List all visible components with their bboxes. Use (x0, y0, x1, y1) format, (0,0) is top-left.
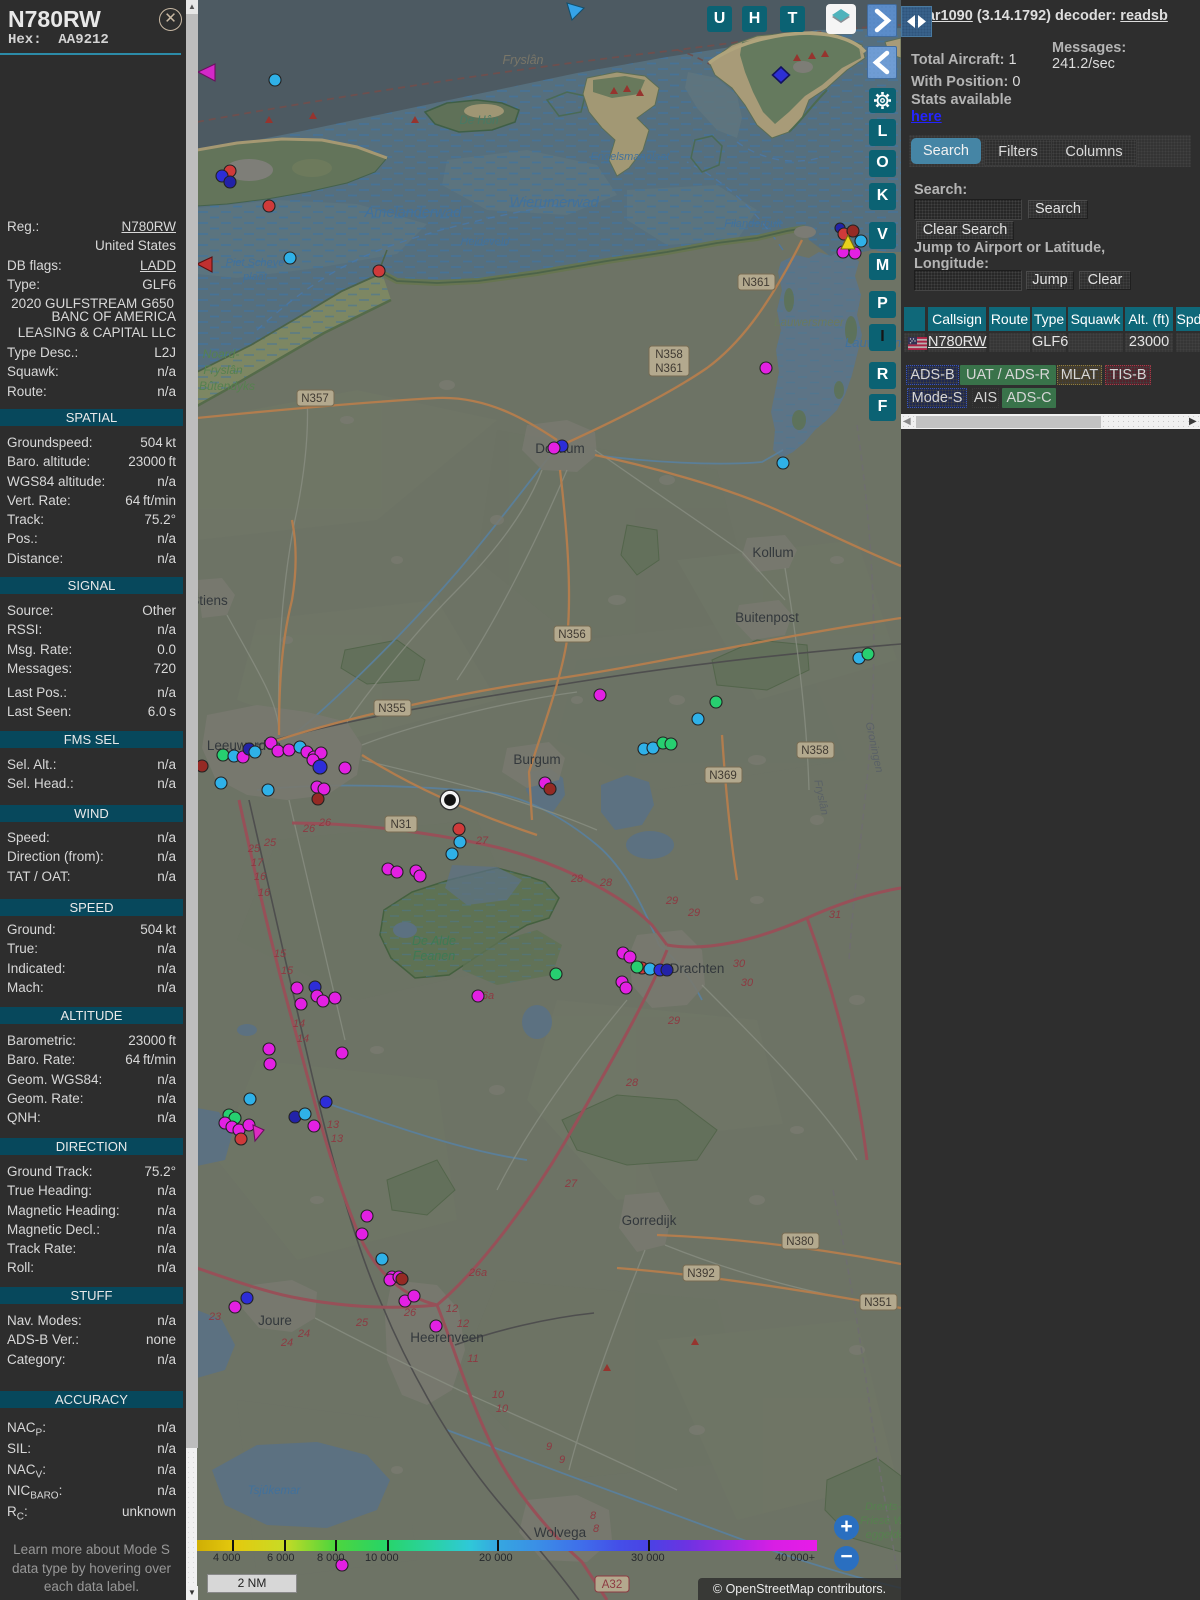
svg-text:16: 16 (258, 887, 271, 899)
svg-text:29: 29 (665, 895, 678, 907)
svg-text:Wolvega: Wolvega (534, 1525, 587, 1540)
svg-text:26: 26 (302, 823, 316, 835)
svg-text:Kollum: Kollum (752, 545, 793, 560)
svg-text:N357: N357 (301, 393, 329, 405)
svg-text:27: 27 (564, 1178, 578, 1190)
svg-text:14: 14 (293, 1018, 305, 1030)
svg-text:N392: N392 (687, 1268, 715, 1280)
svg-text:30: 30 (733, 958, 746, 970)
svg-text:N380: N380 (786, 1236, 814, 1248)
svg-text:15: 15 (281, 965, 294, 977)
svg-text:15: 15 (274, 948, 287, 960)
svg-text:N31: N31 (390, 819, 411, 831)
svg-text:Friese Wo: Friese Wo (860, 1515, 901, 1527)
svg-text:28: 28 (625, 1077, 639, 1089)
svg-text:Joure: Joure (258, 1313, 292, 1328)
svg-text:29: 29 (687, 907, 700, 919)
svg-text:Fryslân: Fryslân (203, 363, 243, 377)
svg-text:Heerenveen: Heerenveen (410, 1330, 484, 1345)
svg-text:N351: N351 (864, 1297, 892, 1309)
svg-text:eggelder: eggelder (866, 1529, 901, 1541)
svg-text:26: 26 (403, 1307, 417, 1319)
svg-text:16: 16 (254, 871, 267, 883)
svg-text:10: 10 (496, 1403, 509, 1415)
svg-text:N358: N358 (655, 349, 683, 361)
svg-text:27: 27 (475, 835, 489, 847)
svg-text:10: 10 (492, 1389, 505, 1401)
svg-text:26a: 26a (468, 1267, 487, 1279)
svg-text:26: 26 (318, 817, 332, 829)
svg-text:8: 8 (593, 1523, 600, 1535)
svg-text:Piet Scheve: Piet Scheve (226, 257, 285, 269)
svg-text:9: 9 (546, 1441, 552, 1453)
svg-text:14: 14 (297, 1033, 309, 1045)
svg-text:9: 9 (559, 1454, 565, 1466)
svg-text:N361: N361 (742, 277, 770, 289)
svg-text:Heideveld: Heideveld (461, 236, 511, 248)
svg-text:13: 13 (331, 1133, 344, 1145)
svg-text:Lauwersmeer: Lauwersmeer (774, 317, 845, 329)
svg-text:Buitenpost: Buitenpost (735, 610, 799, 625)
svg-text:Noard-: Noard- (203, 347, 240, 361)
svg-text:24: 24 (297, 1328, 310, 1340)
svg-text:12: 12 (446, 1303, 458, 1315)
svg-text:plaat: plaat (242, 271, 268, 283)
svg-text:13: 13 (327, 1119, 340, 1131)
svg-text:Drents-: Drents- (865, 1501, 901, 1513)
svg-text:Tsjûkemar: Tsjûkemar (248, 1485, 302, 1497)
svg-text:28: 28 (599, 877, 613, 889)
svg-text:17: 17 (251, 857, 264, 869)
svg-text:Feanen: Feanen (413, 949, 455, 963)
svg-text:24: 24 (280, 1337, 293, 1349)
svg-text:Amelanderwad: Amelanderwad (364, 205, 463, 221)
svg-text:Bûtendyks: Bûtendyks (199, 379, 255, 393)
svg-text:12: 12 (457, 1318, 469, 1330)
svg-text:31: 31 (829, 909, 841, 921)
svg-text:Filanderbult: Filanderbult (724, 218, 782, 230)
svg-text:N361: N361 (655, 363, 683, 375)
svg-text:Wierumerwad: Wierumerwad (509, 195, 599, 211)
svg-text:23: 23 (208, 1311, 222, 1323)
svg-text:Gorredijk: Gorredijk (622, 1213, 677, 1228)
svg-text:29: 29 (667, 1015, 680, 1027)
svg-text:Engelsmanplaat: Engelsmanplaat (591, 151, 671, 163)
svg-text:8: 8 (590, 1510, 597, 1522)
svg-text:De Hôn: De Hôn (460, 115, 499, 127)
svg-text:Stiens: Stiens (197, 593, 228, 608)
svg-text:N369: N369 (709, 770, 737, 782)
svg-text:25: 25 (247, 843, 261, 855)
svg-text:25: 25 (263, 837, 277, 849)
svg-text:N355: N355 (378, 703, 406, 715)
svg-text:Drachten: Drachten (670, 961, 725, 976)
svg-text:30: 30 (741, 977, 754, 989)
svg-text:25: 25 (355, 1317, 369, 1329)
svg-text:Fryslân: Fryslân (503, 53, 544, 67)
svg-text:28: 28 (570, 873, 584, 885)
svg-text:A32: A32 (602, 1579, 622, 1591)
svg-text:De Alde: De Alde (412, 934, 456, 948)
svg-text:N358: N358 (801, 745, 829, 757)
svg-text:N356: N356 (558, 629, 586, 641)
svg-text:11: 11 (467, 1353, 478, 1365)
svg-text:Burgum: Burgum (513, 752, 560, 767)
